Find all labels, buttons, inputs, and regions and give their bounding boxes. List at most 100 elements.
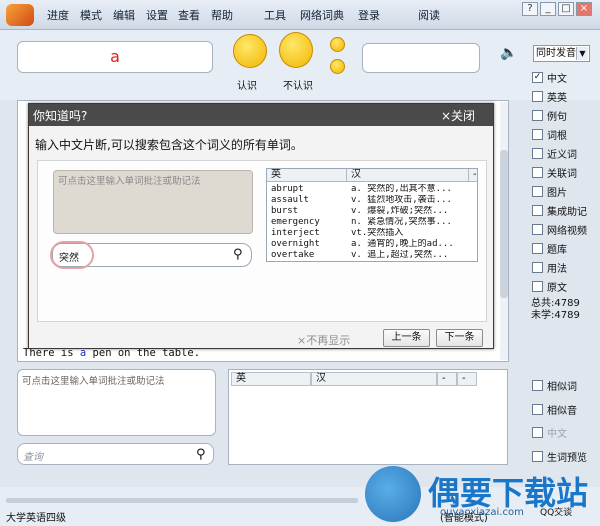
- option-checkbox[interactable]: 原文: [532, 279, 567, 294]
- watermark-url: ouyaoxiazai.com: [440, 507, 524, 518]
- checkbox-box[interactable]: [532, 427, 543, 438]
- option-label: 题库: [547, 245, 567, 256]
- checkbox-box[interactable]: [532, 281, 543, 292]
- checkbox-box[interactable]: [532, 262, 543, 273]
- option-checkbox[interactable]: 题库: [532, 241, 567, 256]
- tip-demo-area: 可点击这里输入单词批注或助记法 突然 ⚲ 英 汉 - abrupt a. 突然的,…: [37, 160, 487, 322]
- tip-close-button[interactable]: ×关闭: [441, 107, 475, 124]
- table-row[interactable]: interject vt.突然插入: [267, 228, 477, 239]
- menu-progress[interactable]: 进度: [47, 7, 69, 23]
- option-checkbox[interactable]: 近义词: [532, 146, 577, 161]
- menu-view[interactable]: 查看: [178, 7, 200, 23]
- checkbox-box[interactable]: [532, 380, 543, 391]
- result-header-c4: -: [457, 372, 477, 386]
- notknow-label: 不认识: [283, 81, 313, 92]
- table-row[interactable]: abrupt a. 突然的,出其不意...: [267, 184, 477, 195]
- highlight-circle: [50, 241, 94, 269]
- next-tip-button[interactable]: 下一条: [436, 329, 483, 347]
- option-checkbox[interactable]: ✓ 中文: [532, 70, 567, 85]
- checkbox-box[interactable]: [532, 129, 543, 140]
- checkbox-box[interactable]: [532, 186, 543, 197]
- search-icon[interactable]: ⚲: [196, 447, 206, 462]
- book-name[interactable]: 大学英语四级: [6, 509, 66, 524]
- checkbox-box[interactable]: [532, 224, 543, 235]
- option-label: 近义词: [547, 150, 577, 161]
- result-header-en: 英: [231, 372, 311, 386]
- option-checkbox[interactable]: 用法: [532, 260, 567, 275]
- option-label: 例句: [547, 112, 567, 123]
- option-checkbox[interactable]: 例句: [532, 108, 567, 123]
- tip-title: 你知道吗?: [33, 109, 88, 123]
- menu-edit[interactable]: 编辑: [113, 7, 135, 23]
- checkbox-box[interactable]: [532, 243, 543, 254]
- progress-track[interactable]: [6, 498, 358, 503]
- scrollbar-thumb[interactable]: [500, 150, 508, 298]
- option-checkbox[interactable]: 中文: [532, 425, 567, 440]
- option-label: 原文: [547, 283, 567, 294]
- row-chinese: v. 猛烈地攻击,袭击...: [351, 195, 452, 205]
- option-checkbox[interactable]: 相似词: [532, 378, 577, 393]
- menu-online-dictionary[interactable]: 网络词典: [300, 7, 344, 23]
- checkbox-box[interactable]: [532, 110, 543, 121]
- option-label: 中文: [547, 429, 567, 440]
- result-table: 英 汉 - -: [228, 369, 508, 465]
- checkbox-box[interactable]: [532, 451, 543, 462]
- checkbox-box[interactable]: [532, 91, 543, 102]
- table-row[interactable]: burst v. 爆裂,炸破;突然...: [267, 206, 477, 217]
- option-checkbox[interactable]: 关联词: [532, 165, 577, 180]
- know-label: 认识: [237, 81, 257, 92]
- table-row[interactable]: overnight a. 通宵的,晚上的ad...: [267, 239, 477, 250]
- row-english: assault: [271, 195, 309, 205]
- checkbox-box[interactable]: [532, 404, 543, 415]
- row-english: emergency: [271, 217, 320, 227]
- menu-reading[interactable]: 阅读: [418, 7, 440, 23]
- pronounce-mode-select[interactable]: 同时发音 ▼: [533, 45, 590, 62]
- menu-help[interactable]: 帮助: [211, 7, 233, 23]
- watermark-logo: [365, 466, 421, 522]
- demo-search-box: 突然 ⚲: [50, 241, 252, 269]
- unlearned-count: 未学:4789: [531, 310, 580, 321]
- table-row[interactable]: emergency n. 紧急情况,突然事...: [267, 217, 477, 228]
- checkbox-box[interactable]: ✓: [532, 72, 543, 83]
- notknow-face-icon[interactable]: [279, 32, 313, 68]
- maximize-button[interactable]: □: [558, 2, 574, 16]
- col-header-extra: -: [469, 169, 477, 182]
- row-chinese: n. 紧急情况,突然事...: [351, 217, 452, 227]
- small-face-icon-2[interactable]: [330, 59, 345, 74]
- current-word-display: a: [17, 41, 213, 73]
- close-button[interactable]: ×: [576, 2, 592, 16]
- prev-tip-button[interactable]: 上一条: [383, 329, 430, 347]
- option-label: 相似词: [547, 382, 577, 393]
- option-checkbox[interactable]: 集成助记: [532, 203, 587, 218]
- small-face-icon[interactable]: [330, 37, 345, 52]
- option-checkbox[interactable]: 词根: [532, 127, 567, 142]
- option-label: 图片: [547, 188, 567, 199]
- dont-show-again[interactable]: ×不再显示: [297, 332, 350, 348]
- menu-tools[interactable]: 工具: [264, 7, 286, 23]
- row-english: burst: [271, 206, 299, 216]
- know-face-icon[interactable]: [233, 34, 267, 68]
- checkbox-box[interactable]: [532, 205, 543, 216]
- option-checkbox[interactable]: 生词预览: [532, 449, 587, 464]
- checkbox-box[interactable]: [532, 167, 543, 178]
- chevron-down-icon: ▼: [576, 47, 588, 60]
- option-checkbox[interactable]: 相似音: [532, 402, 577, 417]
- menu-settings[interactable]: 设置: [146, 7, 168, 23]
- option-checkbox[interactable]: 网络视频: [532, 222, 587, 237]
- search-input[interactable]: 查询 ⚲: [17, 443, 214, 465]
- option-checkbox[interactable]: 图片: [532, 184, 567, 199]
- option-label: 集成助记: [547, 207, 587, 218]
- speaker-icon[interactable]: 🔈: [500, 45, 517, 61]
- help-button[interactable]: ?: [522, 2, 538, 16]
- table-row[interactable]: assault v. 猛烈地攻击,袭击...: [267, 195, 477, 206]
- table-row[interactable]: overtake v. 追上,超过,突然...: [267, 250, 477, 261]
- menu-login[interactable]: 登录: [358, 7, 380, 23]
- row-chinese: v. 追上,超过,突然...: [351, 250, 449, 260]
- minimize-button[interactable]: _: [540, 2, 556, 16]
- tip-description: 输入中文片断,可以搜索包含这个词义的所有单词。: [35, 138, 303, 152]
- option-checkbox[interactable]: 英英: [532, 89, 567, 104]
- note-area[interactable]: 可点击这里输入单词批注或助记法: [17, 369, 216, 436]
- checkbox-box[interactable]: [532, 148, 543, 159]
- pronounce-mode-value: 同时发音: [536, 48, 576, 59]
- menu-mode[interactable]: 模式: [80, 7, 102, 23]
